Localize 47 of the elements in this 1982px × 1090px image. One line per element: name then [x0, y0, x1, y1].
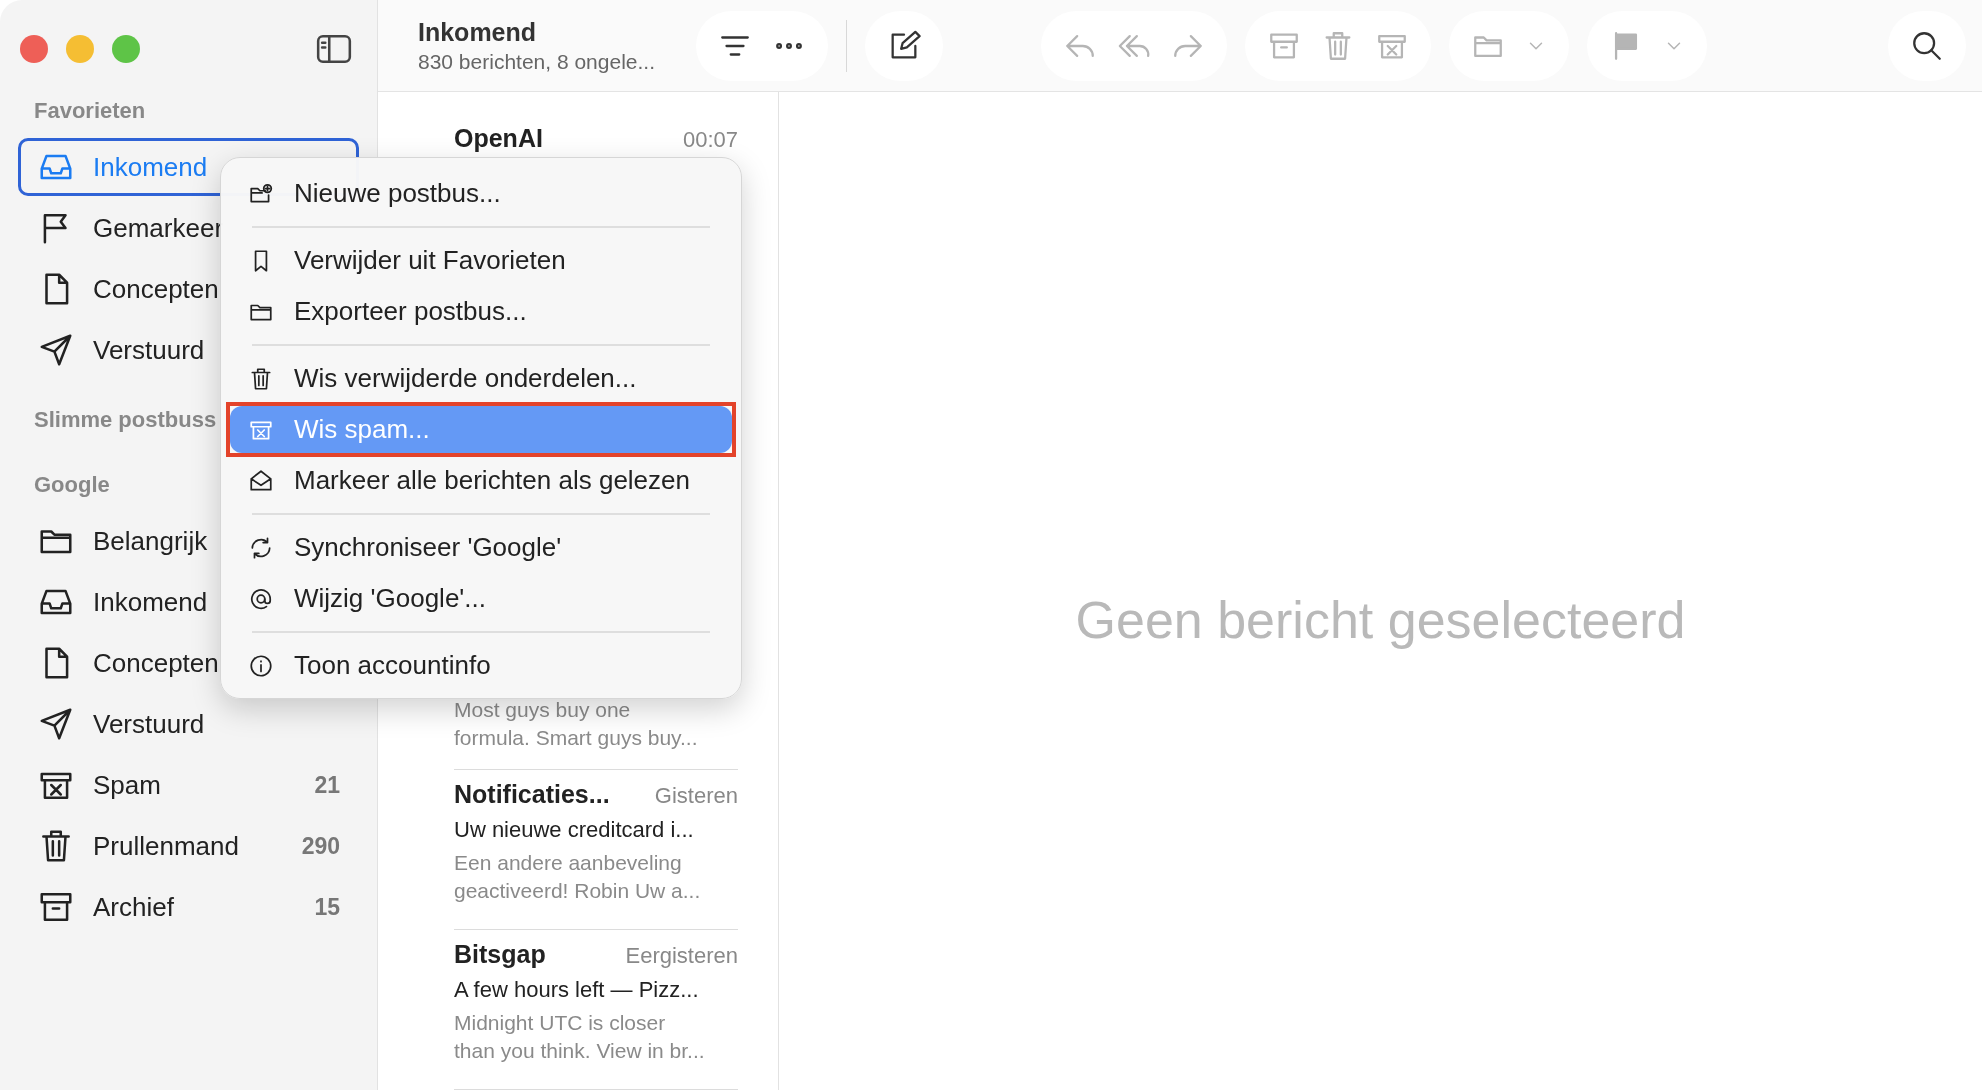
menu-item[interactable]: Toon accountinfo [230, 642, 732, 689]
mailbox-name: Spam [93, 769, 161, 801]
menu-item[interactable]: Exporteer postbus... [230, 288, 732, 335]
mailbox-title: Inkomend [418, 17, 538, 47]
info-icon [248, 652, 274, 679]
mailbox-name: Inkomend [93, 151, 208, 183]
sender-name: Notificaties... [454, 780, 610, 809]
unread-count: 290 [301, 832, 340, 860]
message-preview: Most guys buy one formula. Smart guys buy... [454, 697, 699, 751]
message-preview: Midnight UTC is closer than you think. View in br... [454, 1010, 706, 1064]
close-button[interactable] [20, 35, 48, 63]
sidebar-item[interactable]: Spam 21 [18, 756, 359, 814]
message-preview: Een andere aanbeveling geactiveerd! Robin Uw a... [454, 850, 702, 904]
message-time: 00:07 [682, 127, 738, 153]
menu-item[interactable]: Markeer alle berichten als gelezen [230, 457, 732, 504]
unread-count: 21 [314, 771, 340, 799]
sidebar-item[interactable]: Prullenmand 290 [18, 817, 359, 875]
message-subject: A few hours left — Pizz... [454, 977, 700, 1003]
sender-name: OpenAI [454, 124, 543, 153]
trash-icon [248, 365, 274, 392]
mailbox-name: Gemarkeer [93, 212, 224, 244]
menu-item[interactable]: Wijzig 'Google'... [230, 575, 732, 622]
mailbox-name: Archief [93, 891, 174, 923]
section-header: Google [34, 471, 110, 499]
minimize-button[interactable] [66, 35, 94, 63]
message-count: 830 berichten, 8 ongele... [418, 49, 656, 74]
sender-name: Bitsgap [454, 940, 546, 969]
section-header: Favorieten [34, 97, 146, 125]
message-subject: Uw nieuwe creditcard i... [454, 817, 695, 843]
mailbox-name: Concepten [93, 647, 219, 679]
mailbox-name: Belangrijk [93, 525, 208, 557]
unread-count: 15 [314, 893, 340, 921]
sidebar-item[interactable]: Archief 15 [18, 878, 359, 936]
mailbox-name: Prullenmand [93, 830, 239, 862]
mailbox-name: Concepten [93, 273, 219, 305]
menu-item[interactable]: Wis verwijderde onderdelen... [230, 355, 732, 402]
zoom-button[interactable] [112, 35, 140, 63]
empty-state-text: Geen bericht geselecteerd [1075, 590, 1686, 650]
mailbox-name: Inkomend [93, 586, 208, 618]
menu-item[interactable]: Verwijder uit Favorieten [230, 237, 732, 284]
sidebar-item[interactable]: Verstuurd [18, 695, 359, 753]
mailbox-name: Verstuurd [93, 334, 205, 366]
section-header: Slimme postbuss [34, 406, 217, 434]
mailbox-name: Verstuurd [93, 708, 205, 740]
menu-item[interactable]: Synchroniseer 'Google' [230, 524, 732, 571]
message-time: Eergisteren [625, 943, 738, 969]
message-time: Gisteren [654, 783, 738, 809]
